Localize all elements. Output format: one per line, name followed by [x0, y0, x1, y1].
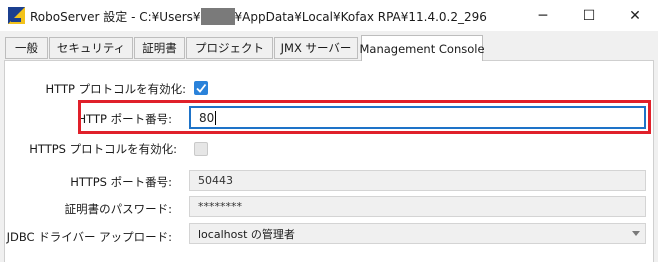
cert-password-label: 証明書のパスワード: — [64, 202, 172, 216]
http-port-label: HTTP ポート番号: — [77, 112, 172, 126]
minimize-button[interactable]: ─ — [520, 0, 566, 31]
http-enable-label: HTTP プロトコルを有効化: — [45, 82, 186, 96]
window-title-prefix: RoboServer 設定 - C:¥Users¥ — [30, 10, 201, 24]
tab-label: JMX サーバー — [280, 41, 352, 55]
maximize-button[interactable]: ☐ — [566, 0, 612, 31]
tab-label: Management Console — [359, 41, 485, 56]
tab-security[interactable]: セキュリティ — [49, 37, 133, 59]
tab-label: プロジェクト — [195, 41, 264, 55]
jdbc-upload-label: JDBC ドライバー アップロード: — [6, 230, 172, 244]
window-title-suffix: ¥AppData¥Local¥Kofax RPA¥11.4.0.2_296 — [234, 10, 487, 24]
tab-label: 一般 — [15, 41, 38, 55]
http-port-value: 80 — [199, 110, 215, 125]
tab-jmx-server[interactable]: JMX サーバー — [274, 37, 358, 59]
jdbc-upload-value: localhost の管理者 — [198, 227, 295, 241]
tab-label: 証明書 — [142, 41, 177, 55]
cert-password-input[interactable]: ******** — [189, 196, 646, 217]
tab-certificates[interactable]: 証明書 — [134, 37, 185, 59]
chevron-down-icon — [632, 231, 640, 236]
https-port-value: 50443 — [198, 174, 233, 187]
https-port-label: HTTPS ポート番号: — [70, 175, 172, 189]
http-enable-checkbox[interactable] — [194, 81, 208, 95]
redacted-username — [200, 8, 235, 25]
https-enable-label: HTTPS プロトコルを有効化: — [29, 142, 177, 156]
http-port-input[interactable]: 80 — [189, 106, 646, 129]
https-enable-checkbox[interactable] — [194, 142, 208, 156]
tab-management-console[interactable]: Management Console — [359, 35, 485, 61]
close-icon: ✕ — [629, 7, 641, 24]
window-title: RoboServer 設定 - C:¥Users¥ ¥AppData¥Local¥… — [30, 8, 487, 25]
checkmark-icon — [196, 83, 207, 93]
close-button[interactable]: ✕ — [612, 0, 658, 31]
title-bar: RoboServer 設定 - C:¥Users¥ ¥AppData¥Local¥… — [0, 0, 658, 31]
tab-project[interactable]: プロジェクト — [186, 37, 273, 59]
tab-label: セキュリティ — [56, 41, 126, 55]
right-border — [654, 60, 658, 262]
minimize-icon: ─ — [538, 7, 548, 24]
roboserver-app-icon — [8, 7, 25, 24]
text-caret — [215, 110, 217, 125]
maximize-icon: ☐ — [582, 7, 596, 24]
jdbc-upload-dropdown[interactable]: localhost の管理者 — [189, 223, 646, 244]
cert-password-value: ******** — [198, 200, 242, 213]
tab-general[interactable]: 一般 — [5, 37, 48, 59]
https-port-input[interactable]: 50443 — [189, 170, 646, 191]
